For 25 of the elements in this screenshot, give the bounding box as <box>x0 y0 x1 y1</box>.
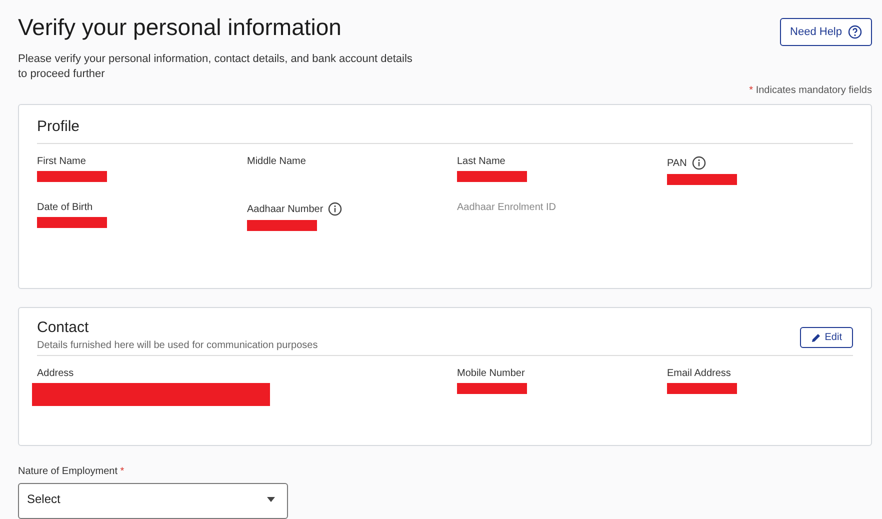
info-icon[interactable] <box>328 202 342 216</box>
page-subtitle: Please verify your personal information, contact details, and bank account details to proceed further <box>18 52 414 82</box>
field-label: Middle Name <box>247 156 306 167</box>
help-icon <box>848 25 862 39</box>
field-label: PAN <box>667 158 687 168</box>
field-label: Date of Birth <box>37 202 93 213</box>
field-label: Last Name <box>457 156 506 167</box>
field-label: First Name <box>37 156 86 167</box>
edit-button[interactable]: Edit <box>800 327 853 348</box>
need-help-button[interactable]: Need Help <box>780 18 872 46</box>
info-icon[interactable] <box>692 156 706 170</box>
field-label: Nature of Employment * <box>18 466 126 477</box>
field-label: Address <box>37 368 74 379</box>
employment-select[interactable]: Select <box>18 483 288 519</box>
field-label: Aadhaar Number <box>247 204 324 214</box>
field-label: Aadhaar Enrolment ID <box>457 202 556 213</box>
section-title: Contact <box>37 318 90 338</box>
field-label: Mobile Number <box>457 368 525 379</box>
section-title: Profile <box>37 117 81 137</box>
caret-icon <box>267 496 275 502</box>
mandatory-note: * Indicates mandatory fields <box>749 85 872 96</box>
field-label: Email Address <box>667 368 731 379</box>
section-subtitle: Details furnished here will be used for communication purposes <box>37 340 318 351</box>
page-title: Verify your personal information <box>18 13 342 42</box>
pencil-icon <box>810 332 821 342</box>
